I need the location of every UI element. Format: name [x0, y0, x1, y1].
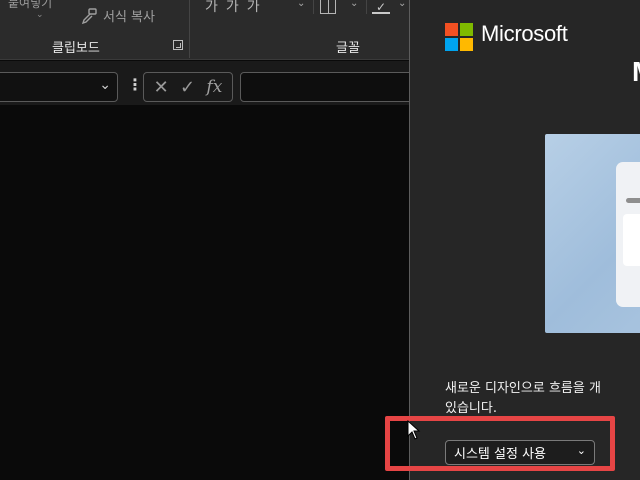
panel-title: M — [632, 56, 640, 88]
logo-square-blue — [445, 38, 458, 51]
fill-color-dropdown-chevron-icon[interactable]: ⌄ — [398, 0, 406, 9]
insert-function-icon[interactable]: fx — [206, 77, 222, 97]
fill-color-icon[interactable]: ✓ — [372, 0, 390, 14]
font-group-label: 글꼴 — [336, 41, 360, 56]
font-format-buttons: 가 가 가 — [205, 0, 260, 16]
logo-square-yellow — [460, 38, 473, 51]
microsoft-logo-icon — [445, 23, 473, 51]
clipboard-dialog-launcher-icon[interactable] — [173, 40, 183, 50]
brand-name: Microsoft — [481, 21, 568, 46]
illustration-card — [616, 162, 640, 307]
paste-dropdown-chevron-icon[interactable]: ⌄ — [36, 10, 44, 20]
paste-button-label[interactable]: 붙여넣기 — [8, 0, 52, 11]
chevron-down-icon[interactable]: ⌄ — [99, 77, 111, 93]
illustration-inner — [623, 214, 640, 266]
illustration-bar — [626, 198, 640, 203]
format-painter-label: 서식 복사 — [103, 10, 155, 25]
ribbon-separator — [189, 0, 190, 58]
ribbon-separator — [313, 0, 314, 14]
enter-check-icon[interactable]: ✓ — [180, 77, 195, 98]
screen: 붙여넣기 ⌄ 서식 복사 클립보드 가 가 가 ⌄ ⌄ ✓ ⌄ 글꼴 ⌄ ⋮ ✕… — [0, 0, 640, 480]
borders-icon[interactable] — [320, 0, 336, 14]
mouse-cursor-icon — [407, 420, 421, 440]
paintbrush-icon — [81, 7, 97, 24]
format-painter-button[interactable]: 서식 복사 — [80, 6, 155, 25]
borders-dropdown-chevron-icon[interactable]: ⌄ — [350, 0, 358, 9]
panel-description: 새로운 디자인으로 흐름을 개 있습니다. — [445, 379, 640, 419]
logo-square-green — [460, 23, 473, 36]
underline-button[interactable]: 가 — [247, 0, 260, 16]
formula-input[interactable] — [240, 72, 415, 102]
description-line: 새로운 디자인으로 흐름을 개 — [445, 381, 601, 396]
italic-button[interactable]: 가 — [226, 0, 239, 16]
clipboard-group-label: 클립보드 — [52, 41, 100, 56]
logo-square-red — [445, 23, 458, 36]
worksheet-area[interactable] — [0, 105, 409, 480]
design-illustration — [545, 134, 640, 333]
underline-dropdown-chevron-icon[interactable]: ⌄ — [297, 0, 305, 9]
bold-button[interactable]: 가 — [205, 0, 218, 16]
name-box[interactable]: ⌄ — [0, 72, 118, 102]
cancel-icon[interactable]: ✕ — [154, 77, 169, 98]
ribbon-separator — [366, 0, 367, 14]
ribbon: 붙여넣기 ⌄ 서식 복사 클립보드 가 가 가 ⌄ ⌄ ✓ ⌄ 글꼴 — [0, 0, 409, 60]
formula-bar: ⌄ ⋮ ✕ ✓ fx — [0, 61, 415, 105]
more-options-icon[interactable]: ⋮ — [127, 77, 143, 93]
welcome-panel: Microsoft M 새로운 디자인으로 흐름을 개 있습니다. 시스템 설정… — [409, 0, 640, 480]
formula-actions: ✕ ✓ fx — [143, 72, 233, 102]
